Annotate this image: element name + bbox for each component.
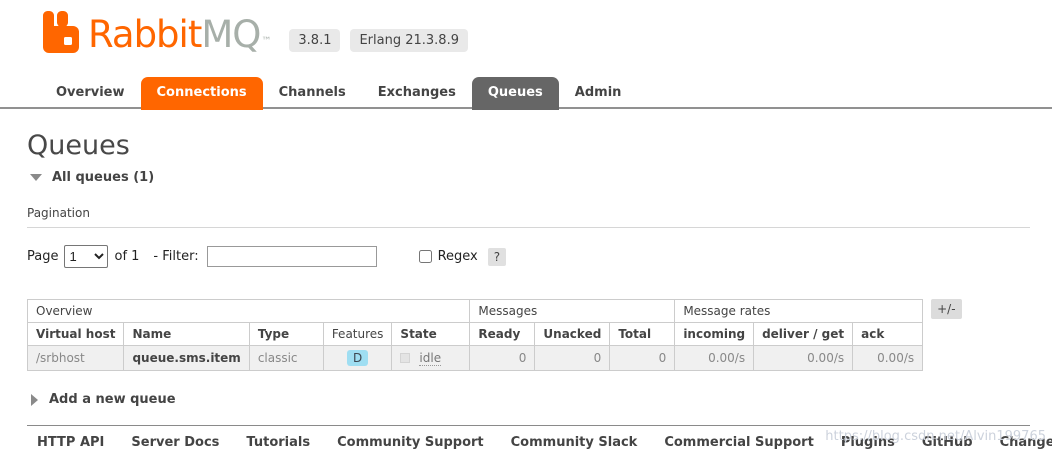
col-total[interactable]: Total [610,323,675,346]
page-number-select[interactable]: 1 [64,245,108,268]
cell-vhost: /srbhost [28,346,124,371]
brand-text: RabbitMQ [88,13,260,57]
all-queues-section-header[interactable]: All queues (1) [27,170,1030,185]
add-queue-section-header[interactable]: Add a new queue [27,392,1030,407]
tab-admin[interactable]: Admin [559,77,638,107]
all-queues-label: All queues (1) [52,170,154,185]
cell-type: classic [249,346,323,371]
add-queue-label: Add a new queue [49,392,176,407]
tab-connections[interactable]: Connections [141,77,263,110]
filter-label: - Filter: [153,249,198,264]
cell-deliver-get: 0.00/s [754,346,853,371]
group-overview: Overview [28,300,470,323]
pagination-heading: Pagination [27,206,1030,228]
table-header-row: Virtual host Name Type Features State Re… [28,323,923,346]
state-indicator-icon [400,353,410,363]
cell-incoming: 0.00/s [675,346,754,371]
col-deliver-get[interactable]: deliver / get [754,323,853,346]
col-state[interactable]: State [392,323,470,346]
durable-feature-badge: D [347,350,368,366]
page-of-label: of 1 [114,249,139,264]
page-title: Queues [27,130,1030,161]
filter-input[interactable] [207,246,377,267]
queues-table-wrap: Overview Messages Message rates Virtual … [27,299,1030,371]
col-virtual-host[interactable]: Virtual host [28,323,124,346]
col-unacked[interactable]: Unacked [535,323,610,346]
erlang-version-badge: Erlang 21.3.8.9 [350,29,468,52]
footer-link-community-slack[interactable]: Community Slack [511,435,638,450]
state-label: idle [419,351,441,366]
group-messages: Messages [470,300,675,323]
table-row[interactable]: /srbhost queue.sms.item classic D idle 0… [28,346,923,371]
queues-table: Overview Messages Message rates Virtual … [27,299,923,371]
footer-link-commercial-support[interactable]: Commercial Support [664,435,814,450]
chevron-down-icon [30,174,42,181]
col-ready[interactable]: Ready [470,323,535,346]
group-message-rates: Message rates [675,300,923,323]
col-ack[interactable]: ack [853,323,923,346]
footer-link-changelog[interactable]: Changelog [1000,435,1052,450]
pagination-controls: Page 1 of 1 - Filter: Regex ? [27,245,1030,268]
chevron-right-icon [31,394,38,406]
cell-ack: 0.00/s [853,346,923,371]
tab-overview[interactable]: Overview [40,77,141,107]
tab-channels[interactable]: Channels [263,77,362,107]
tab-exchanges[interactable]: Exchanges [362,77,472,107]
table-group-row: Overview Messages Message rates [28,300,923,323]
main-nav-tabbar: Overview Connections Channels Exchanges … [0,77,1052,109]
regex-help-icon[interactable]: ? [488,248,506,266]
col-features: Features [323,323,392,346]
footer-link-tutorials[interactable]: Tutorials [246,435,310,450]
version-badges: 3.8.1 Erlang 21.3.8.9 [289,29,468,52]
footer-link-github[interactable]: GitHub [922,435,973,450]
footer-links: HTTP API Server Docs Tutorials Community… [37,435,1052,450]
cell-state: idle [392,346,470,371]
footer-link-server-docs[interactable]: Server Docs [131,435,219,450]
col-type[interactable]: Type [249,323,323,346]
rabbitmq-version-badge: 3.8.1 [289,29,340,52]
rabbitmq-logo-icon [40,10,88,57]
col-name[interactable]: Name [124,323,249,346]
cell-queue-name[interactable]: queue.sms.item [124,346,249,371]
footer-divider [27,425,1030,426]
cell-unacked: 0 [535,346,610,371]
cell-total: 0 [610,346,675,371]
tab-queues[interactable]: Queues [472,77,559,110]
cell-ready: 0 [470,346,535,371]
trademark-symbol: ™ [261,27,271,57]
regex-label: Regex [438,249,478,264]
footer-link-community-support[interactable]: Community Support [337,435,484,450]
rabbitmq-logo[interactable]: RabbitMQ ™ [40,10,271,57]
app-header: RabbitMQ ™ 3.8.1 Erlang 21.3.8.9 [0,0,1052,57]
cell-features: D [323,346,392,371]
col-incoming[interactable]: incoming [675,323,754,346]
page-label: Page [27,249,58,264]
footer-link-plugins[interactable]: Plugins [841,435,895,450]
regex-checkbox[interactable] [419,250,432,263]
main-content: Queues All queues (1) Pagination Page 1 … [0,130,1052,407]
column-toggle-button[interactable]: +/- [931,299,961,319]
footer-link-http-api[interactable]: HTTP API [37,435,104,450]
